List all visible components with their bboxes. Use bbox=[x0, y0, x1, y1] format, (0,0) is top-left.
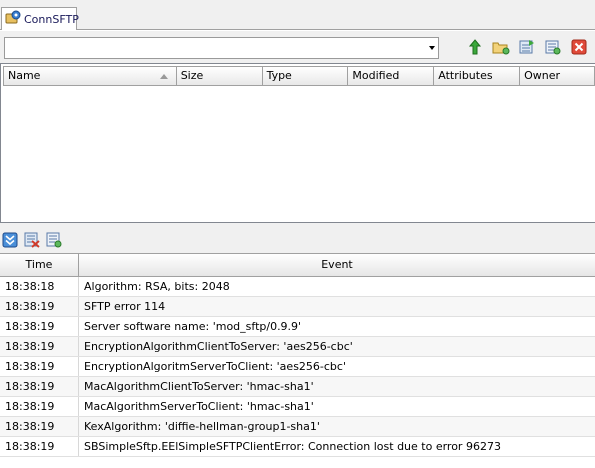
delete-icon bbox=[571, 39, 587, 58]
up-directory-button[interactable] bbox=[466, 38, 484, 58]
column-event[interactable]: Event bbox=[79, 254, 595, 276]
new-folder-icon bbox=[492, 39, 510, 58]
event-log-header: Time Event bbox=[0, 254, 595, 277]
log-event: SBSimpleSftp.EElSimpleSFTPClientError: C… bbox=[84, 440, 501, 453]
log-row[interactable]: 18:38:19 MacAlgorithmClientToServer: 'hm… bbox=[0, 377, 595, 397]
log-event: KexAlgorithm: 'diffie-hellman-group1-sha… bbox=[84, 420, 320, 433]
log-row[interactable]: 18:38:19 SBSimpleSftp.EElSimpleSFTPClien… bbox=[0, 437, 595, 457]
log-toolbar bbox=[0, 229, 595, 253]
log-row[interactable]: 18:38:19 EncryptionAlgorithmClientToServ… bbox=[0, 337, 595, 357]
log-time: 18:38:19 bbox=[0, 397, 79, 416]
log-row[interactable]: 18:38:18 Algorithm: RSA, bits: 2048 bbox=[0, 277, 595, 297]
log-event: MacAlgorithmClientToServer: 'hmac-sha1' bbox=[84, 380, 314, 393]
log-time: 18:38:18 bbox=[0, 277, 79, 296]
save-log-icon bbox=[45, 232, 63, 251]
column-modified[interactable]: Modified bbox=[348, 66, 435, 86]
column-attributes[interactable]: Attributes bbox=[434, 66, 521, 86]
properties-button[interactable] bbox=[544, 39, 562, 57]
sort-ascending-icon bbox=[159, 74, 168, 79]
log-time: 18:38:19 bbox=[0, 297, 79, 316]
refresh-button[interactable] bbox=[518, 39, 536, 57]
log-event: Server software name: 'mod_sftp/0.9.9' bbox=[84, 320, 302, 333]
clear-log-button[interactable] bbox=[23, 232, 41, 250]
log-row[interactable]: 18:38:19 EncryptionAlgoritmServerToClien… bbox=[0, 357, 595, 377]
event-log-body: 18:38:18 Algorithm: RSA, bits: 2048 18:3… bbox=[0, 277, 595, 457]
file-list[interactable]: Name Size Type Modified Attributes Owner bbox=[0, 63, 595, 223]
log-time: 18:38:19 bbox=[0, 377, 79, 396]
column-type[interactable]: Type bbox=[262, 66, 349, 86]
column-name[interactable]: Name bbox=[3, 66, 177, 86]
remote-path-combobox[interactable] bbox=[4, 37, 439, 59]
log-event: EncryptionAlgoritmServerToClient: 'aes25… bbox=[84, 360, 346, 373]
save-log-button[interactable] bbox=[45, 232, 63, 250]
collapse-log-button[interactable] bbox=[1, 232, 19, 250]
column-time[interactable]: Time bbox=[0, 254, 79, 276]
log-time: 18:38:19 bbox=[0, 437, 79, 456]
log-event: MacAlgorithmServerToClient: 'hmac-sha1' bbox=[84, 400, 314, 413]
connection-icon bbox=[5, 10, 21, 29]
chevron-down-icon[interactable] bbox=[429, 46, 435, 50]
log-row[interactable]: 18:38:19 Server software name: 'mod_sftp… bbox=[0, 317, 595, 337]
tab-strip: ConnSFTP bbox=[0, 0, 595, 30]
column-owner[interactable]: Owner bbox=[520, 66, 595, 86]
event-log[interactable]: Time Event 18:38:18 Algorithm: RSA, bits… bbox=[0, 253, 595, 468]
file-list-header: Name Size Type Modified Attributes Owner bbox=[3, 66, 595, 86]
refresh-icon bbox=[518, 39, 536, 58]
tab-label: ConnSFTP bbox=[24, 12, 79, 26]
log-time: 18:38:19 bbox=[0, 337, 79, 356]
log-time: 18:38:19 bbox=[0, 417, 79, 436]
properties-icon bbox=[544, 39, 562, 58]
collapse-icon bbox=[2, 232, 18, 251]
toolbar bbox=[0, 31, 595, 63]
log-row[interactable]: 18:38:19 SFTP error 114 bbox=[0, 297, 595, 317]
log-time: 18:38:19 bbox=[0, 357, 79, 376]
up-arrow-icon bbox=[468, 38, 482, 58]
tab-connsftp[interactable]: ConnSFTP bbox=[1, 7, 79, 30]
delete-button[interactable] bbox=[570, 39, 588, 57]
log-event: SFTP error 114 bbox=[84, 300, 166, 313]
new-folder-button[interactable] bbox=[492, 39, 510, 57]
log-event: Algorithm: RSA, bits: 2048 bbox=[84, 280, 230, 293]
log-row[interactable]: 18:38:19 MacAlgorithmServerToClient: 'hm… bbox=[0, 397, 595, 417]
log-event: EncryptionAlgorithmClientToServer: 'aes2… bbox=[84, 340, 353, 353]
clear-log-icon bbox=[23, 232, 41, 251]
log-row[interactable]: 18:38:19 KexAlgorithm: 'diffie-hellman-g… bbox=[0, 417, 595, 437]
column-size[interactable]: Size bbox=[176, 66, 263, 86]
log-time: 18:38:19 bbox=[0, 317, 79, 336]
